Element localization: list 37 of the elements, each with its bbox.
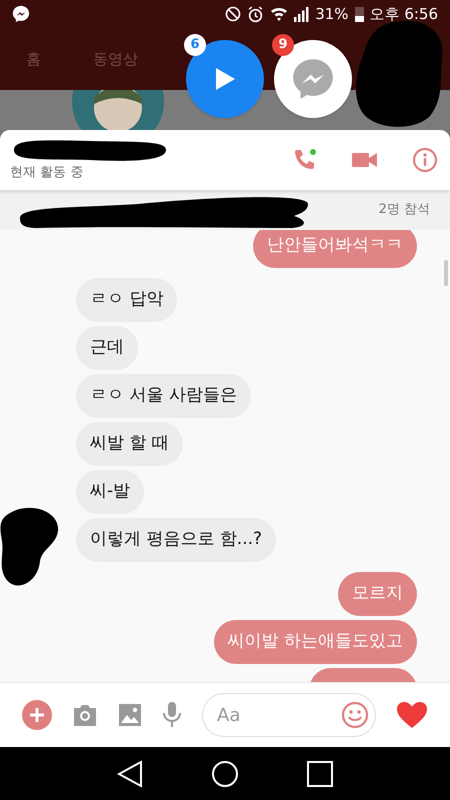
- heart-icon[interactable]: [396, 701, 428, 729]
- message-bubble: ㄹㅇ 서울 사람들은: [76, 374, 251, 418]
- home-icon[interactable]: [211, 760, 239, 788]
- message-bubble: ㄹㅇ 답악: [76, 278, 178, 322]
- message-field[interactable]: Aa: [202, 693, 376, 737]
- back-icon[interactable]: [117, 760, 143, 788]
- camera-icon[interactable]: [72, 703, 98, 727]
- message-bubble: 씨발 할 때: [76, 422, 183, 466]
- do-not-disturb-icon: [225, 6, 242, 22]
- message-bubble: 씨이발 하는애들도있고: [214, 620, 417, 664]
- info-icon[interactable]: [412, 147, 438, 173]
- scrollbar: [444, 260, 448, 286]
- recent-apps-icon[interactable]: [307, 760, 333, 786]
- signal-icon: [294, 6, 310, 22]
- add-icon[interactable]: [22, 700, 52, 730]
- messenger-icon: [291, 57, 335, 101]
- alarm-icon: [247, 6, 264, 22]
- active-status: 현재 활동 중: [10, 164, 84, 182]
- message-bubble: 이렇게 평음으로 함...?: [76, 518, 276, 562]
- play-icon: [214, 67, 236, 91]
- battery-percentage: 31%: [315, 4, 349, 25]
- message-bubble: 씨-발: [76, 470, 144, 514]
- tab[interactable]: 동영상: [93, 48, 138, 70]
- participant-count: 2명 참석: [378, 201, 430, 220]
- message-bubble: 모르지: [338, 572, 417, 616]
- image-icon[interactable]: [118, 703, 142, 727]
- emoji-icon[interactable]: [341, 701, 369, 729]
- microphone-icon[interactable]: [162, 701, 182, 729]
- battery-icon: [354, 6, 364, 22]
- clock-time: 오후 6:56: [370, 4, 438, 25]
- tab[interactable]: 홈: [26, 48, 41, 70]
- messenger-icon: [12, 5, 30, 23]
- message-input[interactable]: Aa: [217, 702, 341, 728]
- message-bubble: 근데: [76, 326, 138, 370]
- message-bubble: 난안들어봐석ㅋㅋ: [253, 230, 417, 268]
- wifi-icon: [270, 6, 288, 22]
- video-camera-icon[interactable]: [352, 150, 378, 170]
